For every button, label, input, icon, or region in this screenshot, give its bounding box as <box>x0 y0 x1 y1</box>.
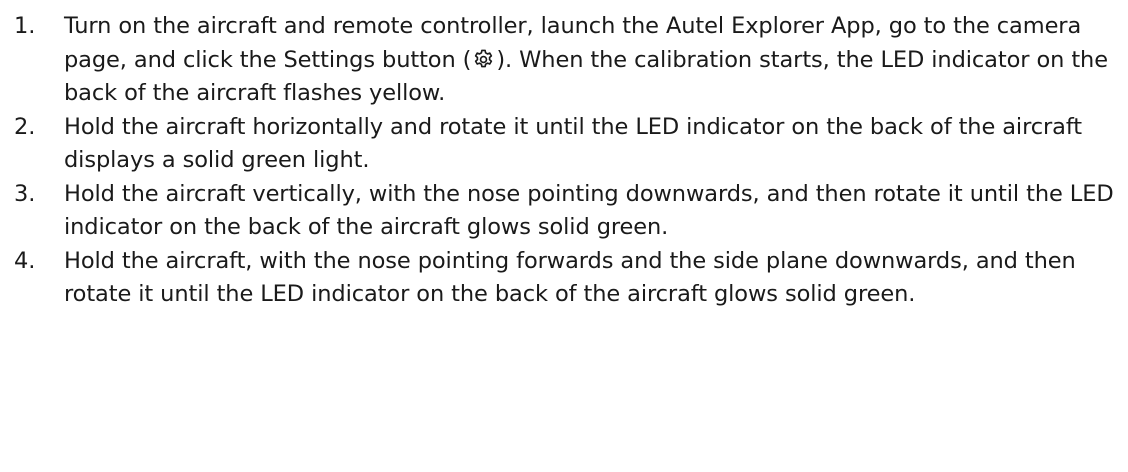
step-text: Hold the aircraft vertically, with the n… <box>64 180 1114 241</box>
step-4: 4. Hold the aircraft, with the nose poin… <box>14 245 1122 312</box>
step-text: Hold the aircraft, with the nose pointin… <box>64 247 1076 308</box>
step-1: 1. Turn on the aircraft and remote contr… <box>14 10 1122 111</box>
step-number: 1. <box>14 13 36 39</box>
step-3: 3. Hold the aircraft vertically, with th… <box>14 178 1122 245</box>
step-number: 2. <box>14 113 36 140</box>
step-2: 2. Hold the aircraft horizontally and ro… <box>14 111 1122 178</box>
step-number: 3. <box>14 180 36 207</box>
step-text: Turn on the aircraft and remote controll… <box>64 10 1122 111</box>
step-number: 4. <box>14 247 36 274</box>
step-text: Hold the aircraft horizontally and rotat… <box>64 113 1082 174</box>
calibration-steps-list: 1. Turn on the aircraft and remote contr… <box>14 10 1122 312</box>
gear-icon <box>472 48 495 71</box>
